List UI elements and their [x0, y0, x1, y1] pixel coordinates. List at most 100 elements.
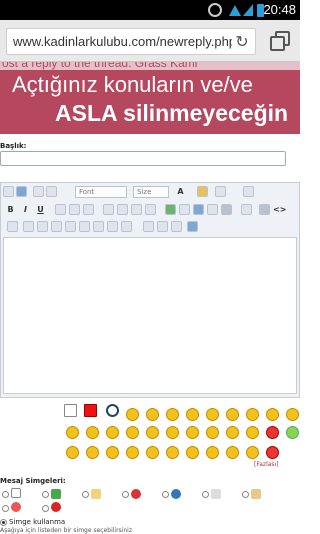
align-left-icon[interactable] — [55, 204, 66, 215]
code-icon[interactable]: <> — [273, 204, 286, 215]
font-color-button[interactable]: A — [175, 186, 186, 197]
copy-icon[interactable] — [79, 221, 90, 232]
question-icon — [171, 489, 181, 499]
smiley-10-icon[interactable] — [66, 426, 79, 439]
smiley-29-icon[interactable] — [246, 446, 259, 459]
icon-radio-3[interactable] — [82, 491, 89, 498]
paste-text-icon[interactable] — [107, 221, 118, 232]
subscript-icon[interactable] — [143, 221, 154, 232]
quote-icon[interactable] — [221, 204, 232, 215]
smiley-3-icon[interactable] — [166, 408, 179, 421]
unlink-icon[interactable] — [179, 204, 190, 215]
insert-link-icon[interactable] — [165, 204, 176, 215]
remove-format-icon[interactable] — [3, 186, 14, 197]
toolbar-row-2: B I U <> — [3, 204, 297, 218]
table-icon[interactable] — [7, 221, 18, 232]
smiley-27-icon[interactable] — [206, 446, 219, 459]
smiley-18-icon[interactable] — [226, 426, 239, 439]
smiley-26-icon[interactable] — [186, 446, 199, 459]
message-textarea[interactable] — [3, 237, 297, 394]
align-right-icon[interactable] — [83, 204, 94, 215]
smiley-20-icon[interactable] — [66, 446, 79, 459]
icon-radio-1[interactable] — [2, 491, 9, 498]
outdent-icon[interactable] — [131, 204, 142, 215]
indent-icon[interactable] — [145, 204, 156, 215]
no-icon-radio[interactable] — [0, 519, 7, 526]
smiley-17-icon[interactable] — [206, 426, 219, 439]
smiley-14-icon[interactable] — [146, 426, 159, 439]
smiley-25-icon[interactable] — [166, 446, 179, 459]
smiley-8-icon[interactable] — [266, 408, 279, 421]
icon-radio-2[interactable] — [42, 491, 49, 498]
paste-word-icon[interactable] — [121, 221, 132, 232]
icon-radio-6[interactable] — [202, 491, 209, 498]
clock: 20:48 — [263, 2, 296, 17]
php-icon[interactable] — [259, 204, 270, 215]
wifi-icon — [229, 5, 241, 16]
attach-icon[interactable] — [215, 186, 226, 197]
smiley-28-icon[interactable] — [226, 446, 239, 459]
smiley-21-icon[interactable] — [86, 446, 99, 459]
bulb-smiley-icon[interactable] — [286, 426, 299, 439]
comment-icon[interactable] — [241, 204, 252, 215]
devil-smiley-icon[interactable] — [266, 446, 279, 459]
smiley-24-icon[interactable] — [146, 446, 159, 459]
smiley-sign-icon[interactable] — [64, 404, 77, 417]
smiley-22-icon[interactable] — [106, 446, 119, 459]
smiley-23-icon[interactable] — [126, 446, 139, 459]
url-text[interactable]: www.kadinlarkulubu.com/newreply.php — [13, 34, 236, 49]
paste-icon[interactable] — [93, 221, 104, 232]
highlight-icon[interactable] — [37, 221, 48, 232]
switch-mode-icon[interactable] — [16, 186, 27, 197]
italic-button[interactable]: I — [20, 204, 31, 215]
ordered-list-icon[interactable] — [103, 204, 114, 215]
underline-button[interactable]: U — [35, 204, 46, 215]
smiley-4-icon[interactable] — [186, 408, 199, 421]
bold-button[interactable]: B — [5, 204, 16, 215]
heart-smiley-icon[interactable] — [266, 426, 279, 439]
icon-radio-5[interactable] — [162, 491, 169, 498]
smiley-1-icon[interactable] — [126, 408, 139, 421]
undo-icon[interactable] — [33, 186, 44, 197]
smiley-19-icon[interactable] — [246, 426, 259, 439]
redo-icon[interactable] — [46, 186, 57, 197]
tabs-icon[interactable] — [270, 31, 292, 53]
smiley-11-icon[interactable] — [86, 426, 99, 439]
more-smilies-link[interactable]: [Fazlası] — [254, 461, 279, 468]
smiley-9-icon[interactable] — [286, 408, 299, 421]
smiley-7-icon[interactable] — [246, 408, 259, 421]
address-bar[interactable]: www.kadinlarkulubu.com/newreply.php ↻ — [6, 28, 256, 55]
arrow-icon — [51, 489, 61, 499]
insert-table-icon[interactable] — [243, 186, 254, 197]
reload-icon[interactable]: ↻ — [232, 32, 252, 52]
smiley-15-icon[interactable] — [166, 426, 179, 439]
smiley-icon[interactable] — [197, 186, 208, 197]
font-select[interactable]: Font — [75, 186, 127, 198]
insert-image-icon[interactable] — [193, 204, 204, 215]
smiley-13-icon[interactable] — [126, 426, 139, 439]
spellcheck-icon[interactable] — [187, 221, 198, 232]
icon-radio-9[interactable] — [42, 505, 49, 512]
hr-icon[interactable] — [51, 221, 62, 232]
icon-radio-8[interactable] — [2, 505, 9, 512]
promo-banner: ost a reply to the thread: Grass Kami Aç… — [0, 62, 300, 134]
smiley-12-icon[interactable] — [106, 426, 119, 439]
align-center-icon[interactable] — [69, 204, 80, 215]
icon-radio-7[interactable] — [242, 491, 249, 498]
thumbs-up-icon — [251, 489, 261, 499]
insert-video-icon[interactable] — [207, 204, 218, 215]
unordered-list-icon[interactable] — [117, 204, 128, 215]
smiley-6-icon[interactable] — [226, 408, 239, 421]
cut-icon[interactable] — [65, 221, 76, 232]
special-chars-icon[interactable] — [171, 221, 182, 232]
turkey-flag-icon[interactable] — [84, 404, 97, 417]
smiley-5-icon[interactable] — [206, 408, 219, 421]
superscript-icon[interactable] — [157, 221, 168, 232]
eye-smiley-icon[interactable] — [106, 404, 119, 417]
smiley-16-icon[interactable] — [186, 426, 199, 439]
size-select[interactable]: Size — [133, 186, 169, 198]
smiley-2-icon[interactable] — [146, 408, 159, 421]
title-input[interactable] — [0, 151, 286, 166]
strikethrough-icon[interactable] — [23, 221, 34, 232]
icon-radio-4[interactable] — [122, 491, 129, 498]
